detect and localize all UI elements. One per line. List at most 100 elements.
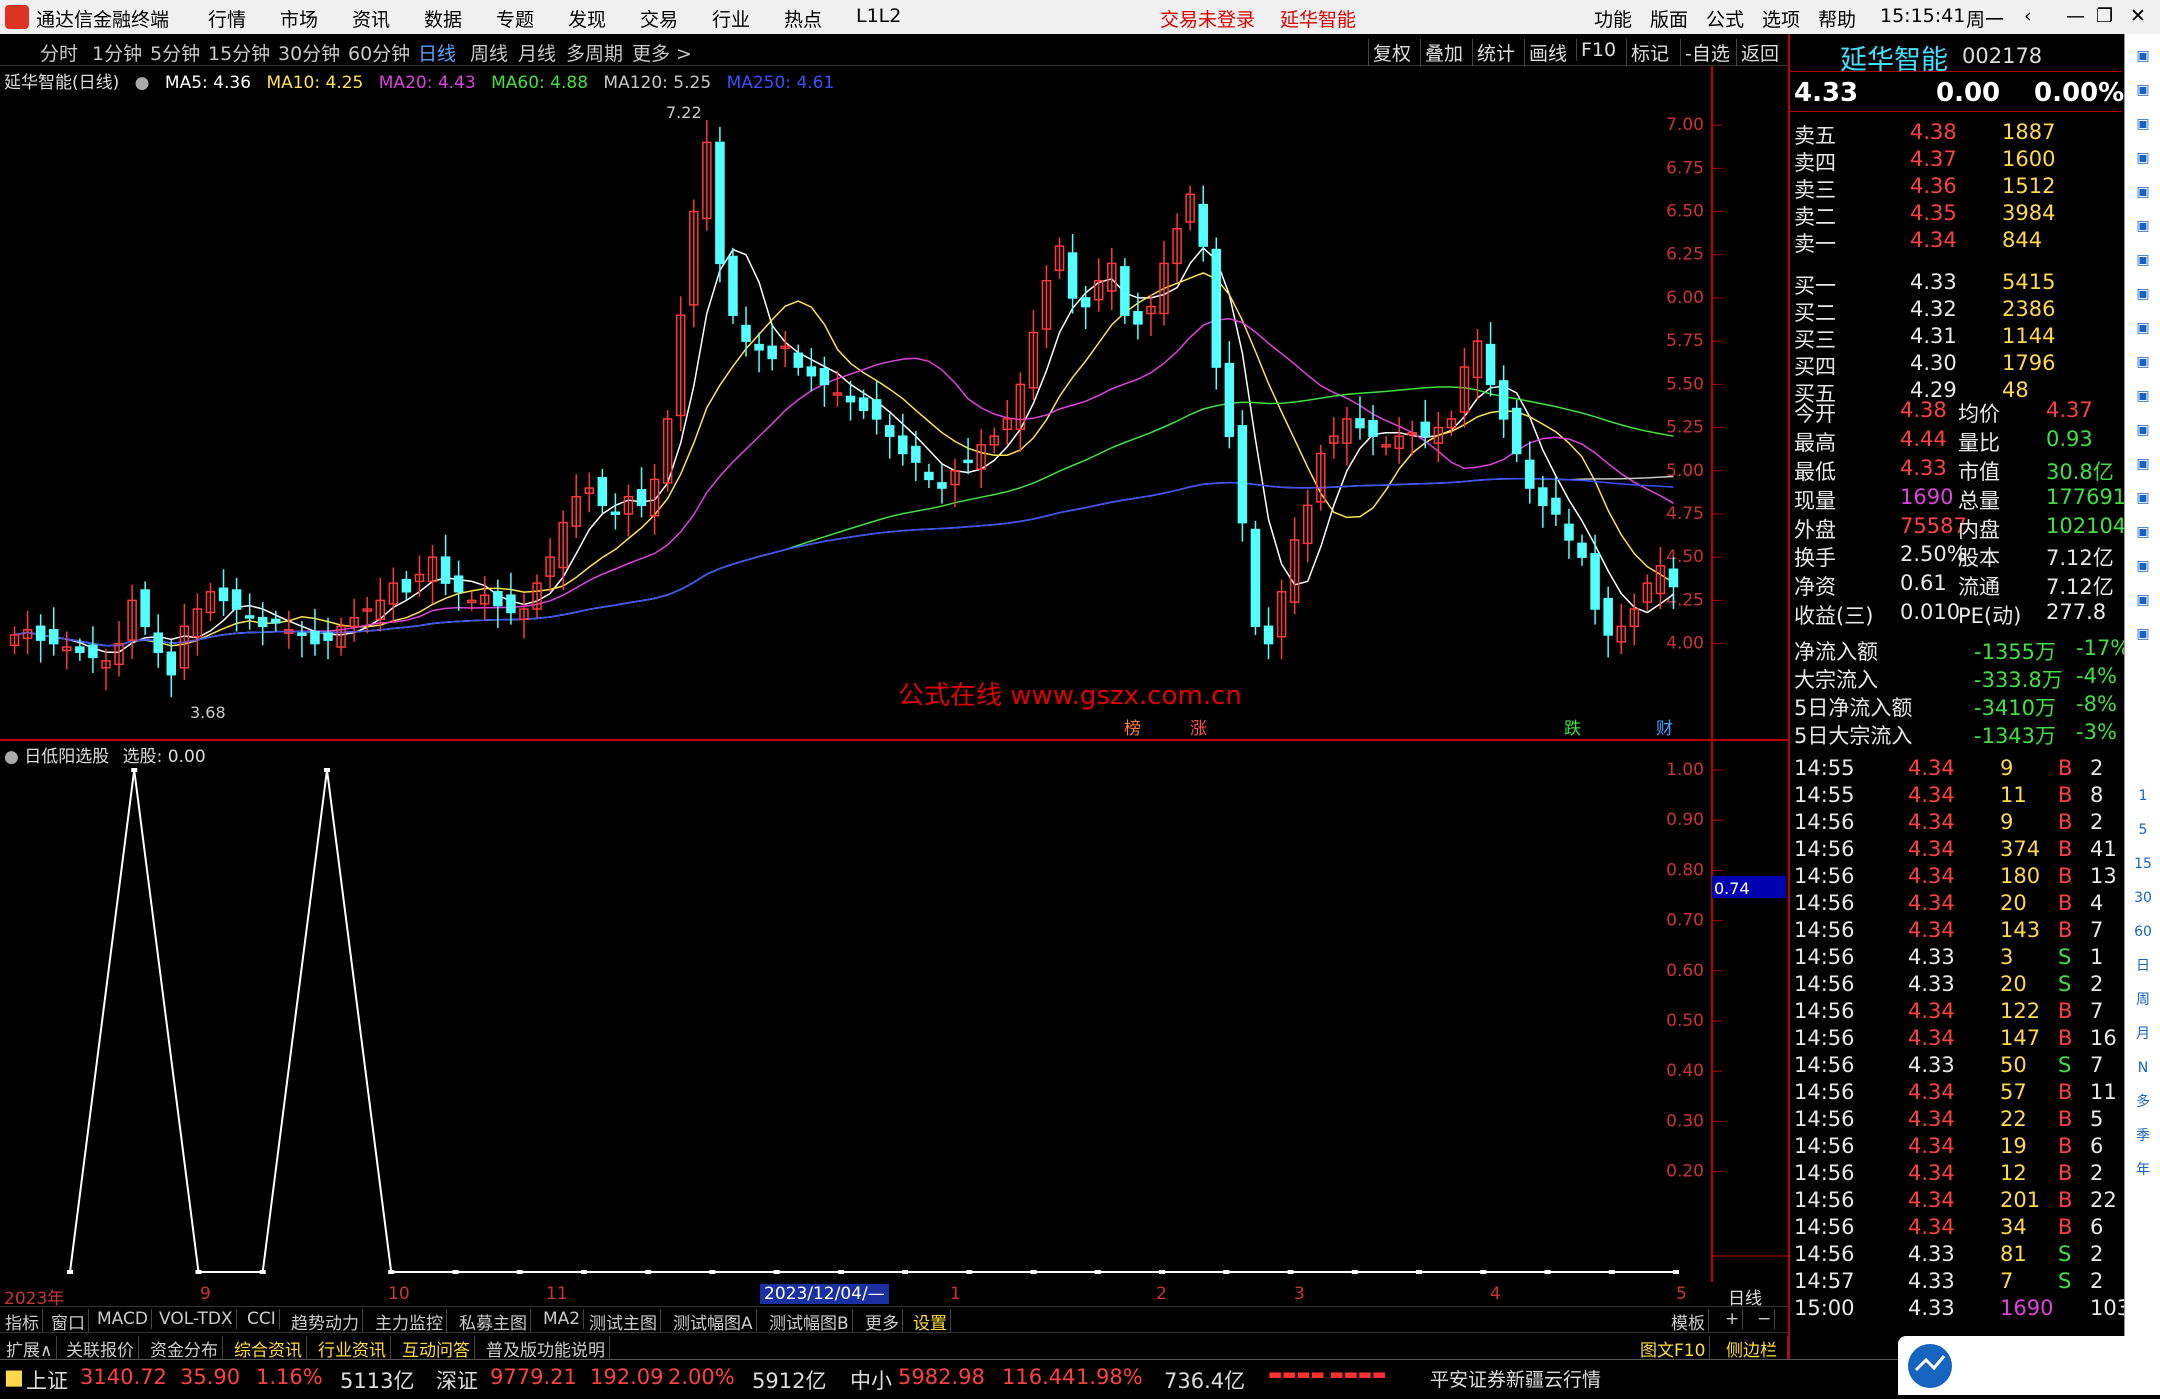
arrow-up-icon[interactable]: ▣ — [2131, 44, 2155, 68]
period-tab[interactable]: 多周期 — [566, 39, 623, 66]
tab[interactable]: 扩展∧ — [2, 1336, 58, 1361]
tab[interactable]: 测试幅图B — [766, 1309, 853, 1334]
index-name[interactable]: 上证 — [26, 1365, 68, 1395]
stat-row[interactable]: 最低 4.33 市值 30.8亿 — [1790, 456, 2122, 484]
tick-row[interactable]: 14:56 4.33 50 S 7 — [1790, 1053, 2122, 1080]
move-icon[interactable]: ▣ — [2131, 520, 2155, 544]
chart-icon[interactable]: ▣ — [2131, 214, 2155, 238]
rsi-icon[interactable]: ▣ — [2131, 486, 2155, 510]
tick-row[interactable]: 15:00 4.33 1690 103 — [1790, 1296, 2130, 1323]
buy-level[interactable]: 买四 4.30 1796 — [1790, 351, 2122, 379]
tick-row[interactable]: 14:57 4.33 7 S 2 — [1790, 1269, 2122, 1296]
menu-item[interactable]: 行情 — [208, 5, 246, 32]
fs-icon[interactable]: ▣ — [2131, 588, 2155, 612]
circle-icon[interactable]: ▣ — [2131, 452, 2155, 476]
tab[interactable]: + — [1722, 1309, 1744, 1329]
period-tab[interactable]: 周线 — [470, 39, 508, 66]
tool-button[interactable]: 复权 — [1368, 39, 1411, 66]
tab[interactable]: 趋势动力 — [288, 1309, 363, 1334]
tab[interactable]: 资金分布 — [146, 1336, 223, 1361]
period-tab[interactable]: 30分钟 — [278, 39, 340, 66]
sell-level[interactable]: 卖一 4.34 844 — [1790, 228, 2122, 256]
tick-row[interactable]: 14:56 4.33 20 S 2 — [1790, 972, 2122, 999]
tab[interactable]: 测试幅图A — [670, 1309, 757, 1334]
tick-row[interactable]: 14:56 4.34 201 B 22 — [1790, 1188, 2122, 1215]
arrow-up-icon[interactable]: ▣ — [2131, 78, 2155, 102]
tool-button[interactable]: F10 — [1576, 39, 1616, 61]
tab[interactable]: 图文F10 — [1636, 1336, 1711, 1361]
pen-icon[interactable]: ▣ — [2131, 554, 2155, 578]
tab[interactable]: 互动问答 — [398, 1336, 475, 1361]
period-tab[interactable]: 60分钟 — [348, 39, 410, 66]
close-icon[interactable]: ✕ — [2130, 5, 2146, 27]
menu-item[interactable]: L1L2 — [856, 5, 901, 27]
period-tab[interactable]: 5分钟 — [150, 39, 200, 66]
list-icon[interactable]: ▣ — [2131, 282, 2155, 306]
tick-row[interactable]: 14:56 4.34 374 B 41 — [1790, 837, 2122, 864]
period-shortcut[interactable]: 年 — [2131, 1158, 2155, 1182]
tab[interactable]: 窗口 — [48, 1309, 89, 1334]
tick-row[interactable]: 14:56 4.34 147 B 16 — [1790, 1026, 2122, 1053]
tool-button[interactable]: 叠加 — [1420, 39, 1463, 66]
period-shortcut[interactable]: 多 — [2131, 1090, 2155, 1114]
sell-level[interactable]: 卖二 4.35 3984 — [1790, 201, 2122, 229]
period-shortcut[interactable]: N — [2131, 1056, 2155, 1080]
tick-row[interactable]: 14:56 4.33 81 S 2 — [1790, 1242, 2122, 1269]
menu-item[interactable]: 版面 — [1650, 5, 1688, 32]
tick-row[interactable]: 14:56 4.34 34 B 6 — [1790, 1215, 2122, 1242]
stat-row[interactable]: 现量 1690 总量 177691 — [1790, 485, 2126, 513]
event-marker[interactable]: 榜 — [1124, 719, 1141, 739]
tab[interactable]: 测试主图 — [586, 1309, 661, 1334]
tab[interactable]: 私募主图 — [456, 1309, 531, 1334]
menu-item[interactable]: 交易 — [640, 5, 678, 32]
flow-row[interactable]: 净流入额 -1355万 -17% — [1790, 636, 2130, 664]
tick-row[interactable]: 14:56 4.34 180 B 13 — [1790, 864, 2122, 891]
stat-row[interactable]: 净资 0.61 流通 7.12亿 — [1790, 571, 2122, 599]
period-shortcut[interactable]: 月 — [2131, 1022, 2155, 1046]
tab[interactable]: 设置 — [910, 1309, 951, 1334]
tool-button[interactable]: 画线 — [1524, 39, 1567, 66]
period-tab[interactable]: 月线 — [518, 39, 556, 66]
period-tab-more[interactable]: 更多 > — [632, 39, 692, 66]
money-icon[interactable]: ▣ — [2131, 622, 2155, 646]
period-shortcut[interactable]: 日 — [2131, 954, 2155, 978]
tool-button[interactable]: 统计 — [1472, 39, 1515, 66]
period-shortcut[interactable]: 5 — [2131, 818, 2155, 842]
tab[interactable]: 普及版功能说明 — [482, 1336, 610, 1361]
period-shortcut[interactable]: 30 — [2131, 886, 2155, 910]
tick-row[interactable]: 14:56 4.34 20 B 4 — [1790, 891, 2122, 918]
tab[interactable]: − — [1754, 1309, 1776, 1329]
f2-icon[interactable]: ▣ — [2131, 418, 2155, 442]
tab[interactable]: VOL-TDX — [156, 1309, 237, 1329]
tool-button[interactable]: 返回 — [1736, 39, 1779, 66]
menu-item[interactable]: 功能 — [1594, 5, 1632, 32]
tab[interactable]: CCI — [244, 1309, 280, 1329]
menu-item[interactable]: 资讯 — [352, 5, 390, 32]
buy-level[interactable]: 买一 4.33 5415 — [1790, 270, 2122, 298]
tab[interactable]: MACD — [94, 1309, 152, 1329]
tick-row[interactable]: 14:56 4.34 122 B 7 — [1790, 999, 2122, 1026]
period-shortcut[interactable]: 周 — [2131, 988, 2155, 1012]
candle-icon[interactable]: ▣ — [2131, 248, 2155, 272]
buy-level[interactable]: 买二 4.32 2386 — [1790, 297, 2122, 325]
sell-level[interactable]: 卖五 4.38 1887 — [1790, 120, 2122, 148]
minimize-icon[interactable]: — — [2066, 5, 2085, 27]
sell-level[interactable]: 卖三 4.36 1512 — [1790, 174, 2122, 202]
tab[interactable]: 指标 — [2, 1309, 43, 1334]
tool-button[interactable]: -自选 — [1680, 39, 1730, 66]
period-shortcut[interactable]: 1 — [2131, 784, 2155, 808]
tab[interactable]: 模板 — [1668, 1309, 1709, 1334]
doc-icon[interactable]: ▣ — [2131, 384, 2155, 408]
tick-row[interactable]: 14:55 4.34 11 B 8 — [1790, 783, 2122, 810]
tab[interactable]: 关联报价 — [62, 1336, 139, 1361]
tick-row[interactable]: 14:56 4.34 22 B 5 — [1790, 1107, 2122, 1134]
tab[interactable]: 主力监控 — [372, 1309, 447, 1334]
menu-item[interactable]: 市场 — [280, 5, 318, 32]
tool-button[interactable]: 标记 — [1626, 39, 1669, 66]
index-name[interactable]: 深证 — [436, 1365, 478, 1395]
index-name[interactable]: 中小 — [850, 1365, 892, 1395]
tab[interactable]: 综合资讯 — [230, 1336, 307, 1361]
back-icon[interactable]: ‹ — [2024, 5, 2032, 27]
event-marker[interactable]: 涨 — [1190, 719, 1207, 739]
period-shortcut[interactable]: 15 — [2131, 852, 2155, 876]
